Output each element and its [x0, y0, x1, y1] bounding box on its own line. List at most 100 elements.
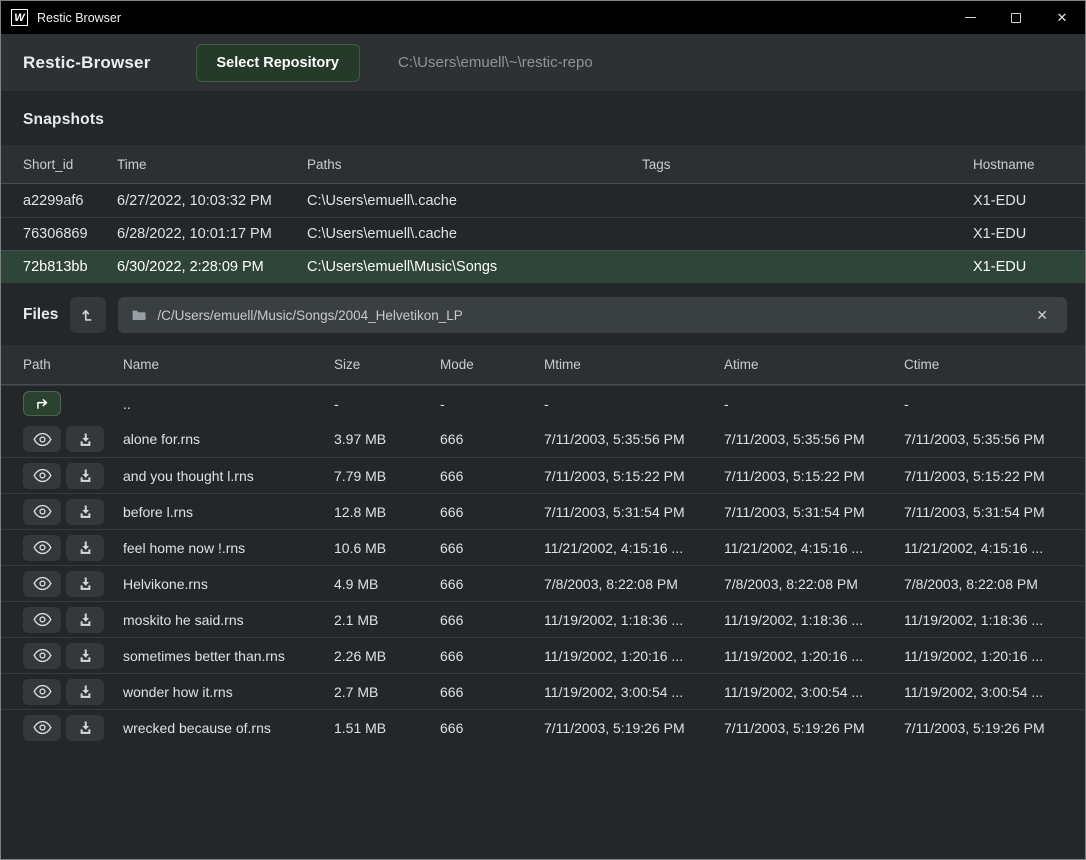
preview-file-button[interactable]: [23, 571, 61, 597]
download-icon: [78, 432, 93, 447]
download-file-button[interactable]: [66, 535, 104, 561]
minimize-button[interactable]: [947, 1, 993, 34]
eye-icon: [33, 720, 52, 735]
download-file-button[interactable]: [66, 643, 104, 669]
download-file-button[interactable]: [66, 715, 104, 741]
file-mode: 666: [440, 468, 544, 484]
file-row: wonder how it.rns 2.7 MB 666 11/19/2002,…: [1, 673, 1085, 709]
file-row: moskito he said.rns 2.1 MB 666 11/19/200…: [1, 601, 1085, 637]
select-repository-button[interactable]: Select Repository: [196, 44, 361, 82]
files-heading: Files: [23, 306, 58, 324]
download-icon: [78, 504, 93, 519]
file-size: 3.97 MB: [334, 431, 440, 447]
file-size: 10.6 MB: [334, 540, 440, 556]
download-file-button[interactable]: [66, 463, 104, 489]
download-icon: [78, 648, 93, 663]
file-atime: 7/11/2003, 5:19:26 PM: [724, 720, 904, 736]
snapshot-paths: C:\Users\emuell\.cache: [307, 193, 642, 209]
eye-icon: [33, 468, 52, 483]
go-to-root-button[interactable]: [70, 297, 106, 333]
file-size: 2.7 MB: [334, 684, 440, 700]
file-mtime: 7/11/2003, 5:19:26 PM: [544, 720, 724, 736]
preview-file-button[interactable]: [23, 535, 61, 561]
go-parent-directory-button[interactable]: [23, 391, 61, 416]
file-ctime: 11/21/2002, 4:15:16 ...: [904, 540, 1067, 556]
eye-icon: [33, 648, 52, 663]
col-atime: Atime: [724, 357, 904, 372]
files-table-header: Path Name Size Mode Mtime Atime Ctime: [1, 345, 1085, 385]
file-size: 12.8 MB: [334, 504, 440, 520]
file-mode: 666: [440, 431, 544, 447]
snapshots-table-header: Short_id Time Paths Tags Hostname: [1, 145, 1085, 184]
col-mode: Mode: [440, 357, 544, 372]
col-ctime: Ctime: [904, 357, 1067, 372]
file-ctime: -: [904, 396, 1067, 412]
snapshot-paths: C:\Users\emuell\.cache: [307, 226, 642, 242]
download-file-button[interactable]: [66, 426, 104, 452]
file-atime: 7/11/2003, 5:31:54 PM: [724, 504, 904, 520]
download-file-button[interactable]: [66, 499, 104, 525]
col-mtime: Mtime: [544, 357, 724, 372]
eye-icon: [33, 432, 52, 447]
download-file-button[interactable]: [66, 679, 104, 705]
file-name: alone for.rns: [123, 431, 334, 447]
file-ctime: 7/11/2003, 5:15:22 PM: [904, 468, 1067, 484]
file-mtime: 11/19/2002, 1:18:36 ...: [544, 612, 724, 628]
preview-file-button[interactable]: [23, 499, 61, 525]
window-title: Restic Browser: [37, 11, 121, 25]
file-name: Helvikone.rns: [123, 576, 334, 592]
file-ctime: 11/19/2002, 1:18:36 ...: [904, 612, 1067, 628]
snapshot-row[interactable]: 72b813bb 6/30/2022, 2:28:09 PM C:\Users\…: [1, 250, 1085, 283]
download-file-button[interactable]: [66, 607, 104, 633]
col-size: Size: [334, 357, 440, 372]
file-name: sometimes better than.rns: [123, 648, 334, 664]
file-name: wrecked because of.rns: [123, 720, 334, 736]
snapshot-time: 6/30/2022, 2:28:09 PM: [117, 259, 307, 275]
col-time: Time: [117, 157, 307, 172]
file-atime: -: [724, 396, 904, 412]
snapshot-row[interactable]: 76306869 6/28/2022, 10:01:17 PM C:\Users…: [1, 217, 1085, 250]
file-mtime: 11/19/2002, 1:20:16 ...: [544, 648, 724, 664]
close-icon: ✕: [1057, 11, 1068, 24]
file-row: Helvikone.rns 4.9 MB 666 7/8/2003, 8:22:…: [1, 565, 1085, 601]
enter-directory-icon: [34, 396, 51, 411]
current-path: /C/Users/emuell/Music/Songs/2004_Helveti…: [157, 308, 1020, 323]
col-hostname: Hostname: [973, 157, 1067, 172]
eye-icon: [33, 504, 52, 519]
snapshot-hostname: X1-EDU: [973, 226, 1067, 242]
eye-icon: [33, 540, 52, 555]
file-size: 7.79 MB: [334, 468, 440, 484]
file-row: sometimes better than.rns 2.26 MB 666 11…: [1, 637, 1085, 673]
col-name: Name: [123, 357, 334, 372]
file-size: -: [334, 396, 440, 412]
download-icon: [78, 720, 93, 735]
maximize-button[interactable]: [993, 1, 1039, 34]
files-bar: Files /C/Users/emuell/Music/Songs/2004_H…: [23, 297, 1067, 333]
preview-file-button[interactable]: [23, 679, 61, 705]
download-icon: [78, 612, 93, 627]
file-atime: 11/21/2002, 4:15:16 ...: [724, 540, 904, 556]
file-atime: 11/19/2002, 1:18:36 ...: [724, 612, 904, 628]
download-file-button[interactable]: [66, 571, 104, 597]
close-button[interactable]: ✕: [1039, 1, 1085, 34]
snapshots-table-body: a2299af6 6/27/2022, 10:03:32 PM C:\Users…: [1, 184, 1085, 283]
preview-file-button[interactable]: [23, 643, 61, 669]
file-row: and you thought l.rns 7.79 MB 666 7/11/2…: [1, 457, 1085, 493]
file-mode: -: [440, 396, 544, 412]
clear-path-button[interactable]: ✕: [1030, 304, 1054, 326]
eye-icon: [33, 612, 52, 627]
file-name: and you thought l.rns: [123, 468, 334, 484]
file-ctime: 7/11/2003, 5:19:26 PM: [904, 720, 1067, 736]
snapshot-row[interactable]: a2299af6 6/27/2022, 10:03:32 PM C:\Users…: [1, 184, 1085, 217]
file-size: 2.26 MB: [334, 648, 440, 664]
current-path-bar[interactable]: /C/Users/emuell/Music/Songs/2004_Helveti…: [118, 297, 1067, 333]
file-size: 1.51 MB: [334, 720, 440, 736]
repository-path: C:\Users\emuell\~\restic-repo: [398, 54, 593, 71]
preview-file-button[interactable]: [23, 463, 61, 489]
file-ctime: 11/19/2002, 3:00:54 ...: [904, 684, 1067, 700]
preview-file-button[interactable]: [23, 715, 61, 741]
preview-file-button[interactable]: [23, 426, 61, 452]
snapshot-time: 6/28/2022, 10:01:17 PM: [117, 226, 307, 242]
file-name: wonder how it.rns: [123, 684, 334, 700]
preview-file-button[interactable]: [23, 607, 61, 633]
